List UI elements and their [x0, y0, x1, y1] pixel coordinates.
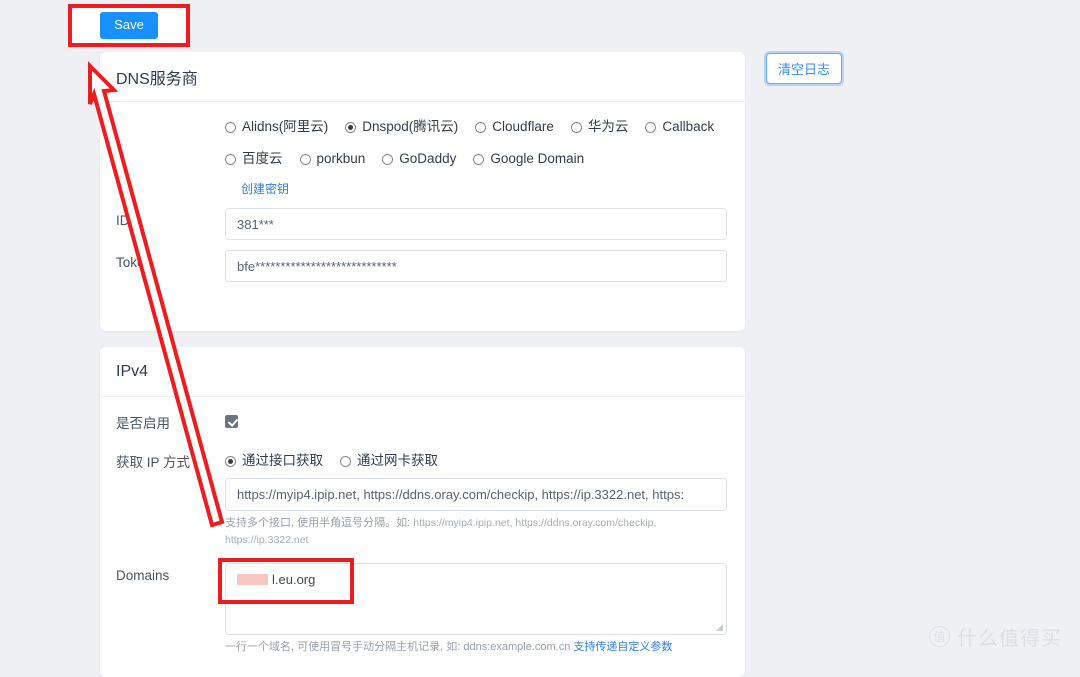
id-row: ID: [100, 208, 745, 240]
radio-label: 通过网卡获取: [357, 453, 438, 468]
radio-provider-alidns[interactable]: Alidns(阿里云): [225, 116, 328, 138]
radio-circle-icon: [340, 455, 351, 467]
radio-get-ip-netcard[interactable]: 通过网卡获取: [340, 450, 438, 472]
dns-provider-card: DNS服务商 Alidns(阿里云) Dnspod(腾讯云) Cloudflar…: [100, 52, 745, 331]
radio-label: 华为云: [587, 119, 629, 134]
ip-url-hint: 支持多个接口, 使用半角逗号分隔。如: https://myip4.ipip.n…: [225, 515, 725, 549]
domains-hint: 一行一个域名, 可使用冒号手动分隔主机记录, 如: ddns:example.c…: [225, 639, 725, 656]
radio-circle-icon: [225, 121, 236, 133]
provider-radio-row-1: Alidns(阿里云) Dnspod(腾讯云) Cloudflare 华为云 C…: [100, 116, 745, 170]
id-label: ID: [116, 213, 130, 228]
provider-options-row-2: 百度云 porkbun GoDaddy Google Domain: [225, 148, 731, 170]
get-ip-options: 通过接口获取 通过网卡获取: [225, 450, 727, 472]
ipv4-card: IPv4 是否启用 获取 IP 方式 通过接口获取 通过网卡获取 https:/…: [100, 347, 745, 677]
radio-label: GoDaddy: [399, 151, 457, 166]
radio-label: Callback: [662, 119, 715, 134]
radio-label: Google Domain: [490, 151, 585, 166]
token-row: Token: [100, 250, 745, 282]
radio-label: porkbun: [316, 151, 366, 166]
watermark: 值 什么值得买: [929, 622, 1062, 651]
radio-circle-icon: [475, 121, 487, 133]
radio-label: 百度云: [242, 151, 283, 166]
clear-log-toolbar: 清空日志: [766, 53, 843, 84]
radio-circle-icon: [299, 153, 311, 165]
create-key-row: 创建密钥: [100, 180, 745, 198]
watermark-logo-icon: 值: [929, 626, 950, 647]
radio-circle-selected-icon: [225, 455, 236, 467]
dns-card-body: Alidns(阿里云) Dnspod(腾讯云) Cloudflare 华为云 C…: [100, 102, 745, 282]
watermark-text: 什么值得买: [957, 626, 1062, 650]
radio-circle-icon: [382, 153, 394, 165]
enable-checkbox[interactable]: [225, 415, 238, 428]
domains-row: Domains l.eu.org 一行一个域名, 可使用冒号手动分隔主机记录, …: [100, 563, 745, 656]
domains-hint-text: 一行一个域名, 可使用冒号手动分隔主机记录, 如: ddns:example.c…: [225, 641, 571, 653]
ipv4-card-title: IPv4: [100, 347, 745, 397]
redaction-block: [237, 574, 268, 586]
domains-value: l.eu.org: [272, 572, 316, 587]
radio-provider-dnspod[interactable]: Dnspod(腾讯云): [345, 116, 458, 138]
radio-circle-selected-icon: [345, 121, 357, 133]
dns-card-title: DNS服务商: [100, 52, 745, 102]
radio-provider-porkbun[interactable]: porkbun: [299, 148, 366, 170]
get-ip-method-row: 获取 IP 方式 通过接口获取 通过网卡获取 支持多个接口, 使用半角逗号分隔。…: [100, 450, 745, 549]
id-input[interactable]: [225, 208, 727, 240]
radio-circle-icon: [570, 121, 582, 133]
token-label: Token: [116, 255, 153, 270]
radio-label: Cloudflare: [492, 119, 554, 134]
provider-row-1-spacer: [100, 116, 225, 119]
radio-get-ip-interface[interactable]: 通过接口获取: [225, 450, 323, 472]
radio-provider-callback[interactable]: Callback: [645, 116, 714, 138]
radio-provider-baiducloud[interactable]: 百度云: [225, 148, 283, 170]
radio-provider-google-domain[interactable]: Google Domain: [473, 148, 584, 170]
domains-label: Domains: [116, 568, 170, 583]
save-button[interactable]: Save: [100, 12, 158, 39]
custom-params-link[interactable]: 支持传递自定义参数: [573, 641, 672, 653]
radio-label: Dnspod(腾讯云): [362, 119, 459, 134]
clear-log-button[interactable]: 清空日志: [766, 53, 843, 84]
radio-provider-huaweicloud[interactable]: 华为云: [570, 116, 629, 138]
enable-row: 是否启用: [100, 411, 745, 434]
radio-circle-icon: [645, 121, 657, 133]
radio-provider-godaddy[interactable]: GoDaddy: [382, 148, 456, 170]
radio-circle-icon: [225, 153, 236, 165]
provider-options-row-1: Alidns(阿里云) Dnspod(腾讯云) Cloudflare 华为云 C…: [225, 116, 731, 138]
enable-label: 是否启用: [116, 416, 170, 431]
domains-textarea[interactable]: l.eu.org: [225, 563, 727, 635]
create-key-link[interactable]: 创建密钥: [241, 182, 289, 196]
ip-url-input[interactable]: [225, 478, 727, 511]
radio-circle-icon: [473, 153, 485, 165]
ipv4-card-body: 是否启用 获取 IP 方式 通过接口获取 通过网卡获取 https://myip…: [100, 397, 745, 656]
radio-label: Alidns(阿里云): [242, 119, 329, 134]
get-ip-method-label: 获取 IP 方式: [116, 455, 191, 470]
ip-url-hint-prefix: 支持多个接口, 使用半角逗号分隔。如:: [225, 517, 411, 529]
radio-label: 通过接口获取: [242, 453, 323, 468]
token-input[interactable]: [225, 250, 727, 282]
radio-provider-cloudflare[interactable]: Cloudflare: [475, 116, 554, 138]
save-toolbar: Save: [71, 7, 187, 44]
